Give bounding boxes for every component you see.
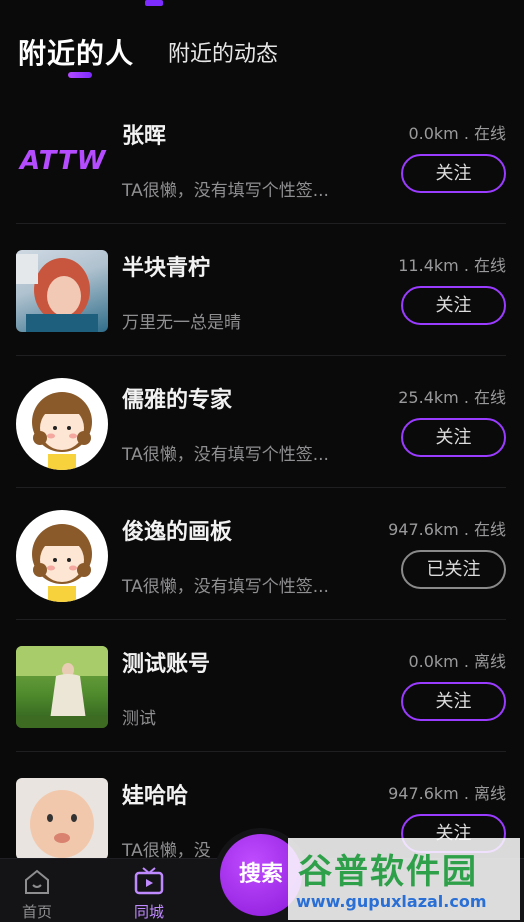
nav-city-label: 同城 [133,903,164,921]
cartoon-girl-icon [32,524,92,602]
home-icon [25,869,49,894]
avatar[interactable]: ATTW [16,118,108,200]
watermark-title: 谷普软件园 [298,852,478,892]
nav-home[interactable]: 首页 [2,867,72,922]
avatar[interactable] [16,510,108,602]
user-name: 半块青柠 [122,256,211,281]
distance-status: 0.0km . 在线 [408,124,506,143]
unfollow-button[interactable]: 已关注 [401,550,506,589]
nav-city[interactable]: 同城 [114,867,184,922]
garden-photo-icon [16,646,108,728]
follow-button[interactable]: 关注 [401,154,506,193]
active-tab-indicator [68,72,92,78]
cartoon-girl-icon [32,392,92,470]
nav-home-label: 首页 [21,903,52,921]
user-name: 儒雅的专家 [122,388,233,413]
distance-status: 0.0km . 离线 [408,652,506,671]
user-list: ATTW 张晖 TA很懒，没有填写个性签... 0.0km . 在线 关注 半块… [0,92,524,884]
user-signature: 测试 [122,709,156,729]
follow-button[interactable]: 关注 [401,682,506,721]
watermark-url: www.gupuxlazal.com [296,892,487,911]
list-item[interactable]: 测试账号 测试 0.0km . 离线 关注 [0,620,524,752]
baby-photo-icon [30,790,94,858]
list-item[interactable]: 儒雅的专家 TA很懒，没有填写个性签... 25.4km . 在线 关注 [0,356,524,488]
user-name: 张晖 [122,124,167,149]
avatar[interactable] [16,250,108,332]
app-screen: 附近的人 附近的动态 ATTW 张晖 TA很懒，没有填写个性签... 0.0km… [0,0,524,922]
tv-icon [134,867,164,895]
avatar[interactable] [16,778,108,860]
avatar[interactable] [16,378,108,470]
list-item[interactable]: 半块青柠 万里无一总是晴 11.4km . 在线 关注 [0,224,524,356]
woman-photo-icon [16,254,98,332]
user-name: 俊逸的画板 [122,520,233,545]
user-signature: 万里无一总是晴 [122,313,241,333]
tab-nearby-people[interactable]: 附近的人 [18,32,134,72]
user-signature: TA很懒，没有填写个性签... [122,445,329,465]
distance-status: 947.6km . 离线 [388,784,506,803]
list-item[interactable]: 俊逸的画板 TA很懒，没有填写个性签... 947.6km . 在线 已关注 [0,488,524,620]
tab-nearby-moments[interactable]: 附近的动态 [168,36,278,68]
distance-status: 11.4km . 在线 [398,256,506,275]
distance-status: 947.6km . 在线 [388,520,506,539]
avatar[interactable] [16,646,108,728]
user-signature: TA很懒，没有填写个性签... [122,577,329,597]
user-signature: TA很懒，没有填写个性签... [122,181,329,201]
attw-logo: ATTW [20,146,107,176]
user-name: 测试账号 [122,652,211,677]
distance-status: 25.4km . 在线 [398,388,506,407]
list-item[interactable]: ATTW 张晖 TA很懒，没有填写个性签... 0.0km . 在线 关注 [0,92,524,224]
top-tabs: 附近的人 附近的动态 [0,0,524,100]
watermark: 谷普软件园 www.gupuxlazal.com [288,838,520,920]
follow-button[interactable]: 关注 [401,286,506,325]
user-name: 娃哈哈 [122,784,189,809]
follow-button[interactable]: 关注 [401,418,506,457]
